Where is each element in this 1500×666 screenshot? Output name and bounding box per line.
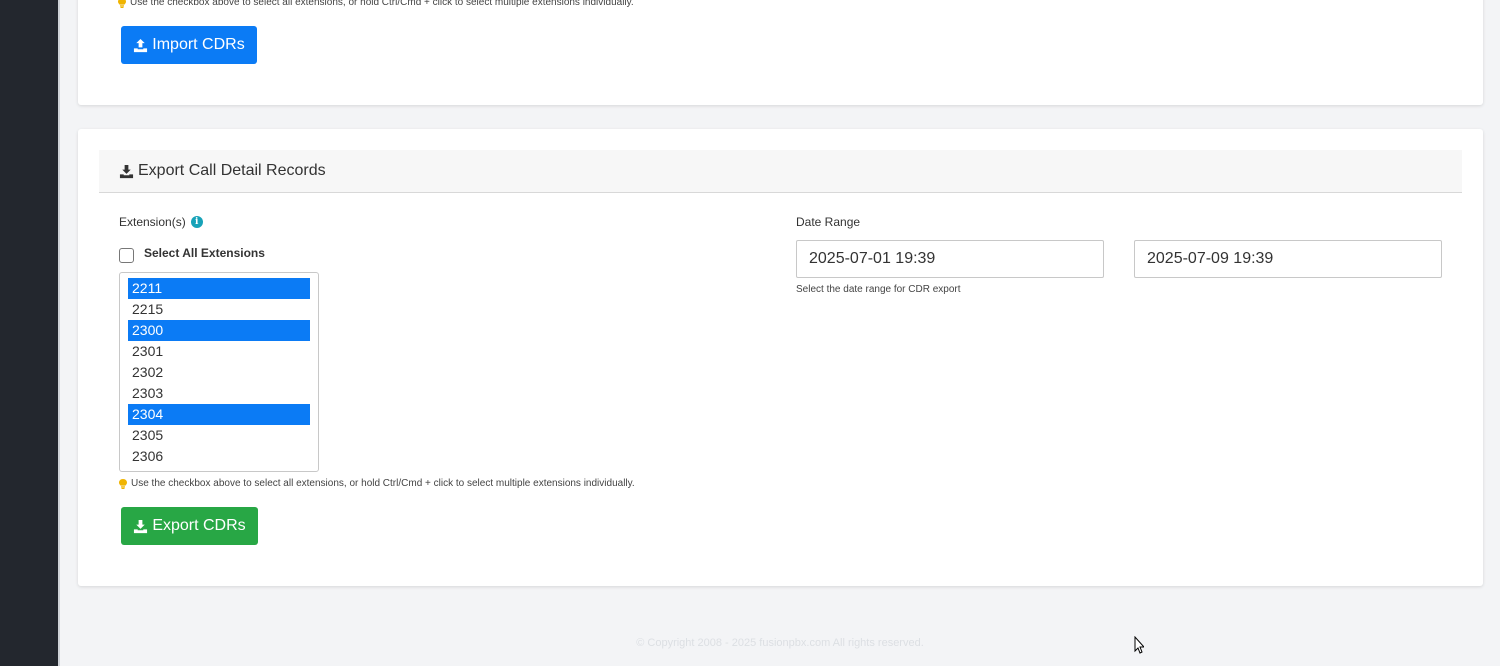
import-hint-text: Use the checkbox above to select all ext… xyxy=(130,0,634,8)
upload-icon xyxy=(134,38,148,52)
extension-option[interactable]: 2302 xyxy=(128,362,310,383)
date-end-input[interactable]: 2025-07-09 19:39 xyxy=(1134,240,1442,278)
extensions-listbox[interactable]: 2211 2215 2300 2301 2302 2303 2304 2305 2306 xyxy=(119,272,319,472)
sidebar xyxy=(0,0,58,666)
export-card-title: Export Call Detail Records xyxy=(138,162,326,179)
export-cdrs-button[interactable]: Export CDRs xyxy=(121,507,258,545)
lightbulb-icon xyxy=(118,0,126,8)
export-hint-text: Use the checkbox above to select all ext… xyxy=(131,478,635,489)
export-cdrs-label: Export CDRs xyxy=(152,517,246,534)
extension-option[interactable]: 2306 xyxy=(128,446,310,467)
extension-option[interactable]: 2211 xyxy=(128,278,310,299)
download-icon xyxy=(119,164,134,178)
import-cdrs-button[interactable]: Import CDRs xyxy=(121,26,257,64)
select-all-checkbox[interactable] xyxy=(119,248,134,263)
info-icon[interactable]: i xyxy=(190,216,203,228)
extension-option[interactable]: 2301 xyxy=(128,341,310,362)
export-hint: Use the checkbox above to select all ext… xyxy=(119,478,635,489)
extension-option[interactable]: 2300 xyxy=(128,320,310,341)
extension-option[interactable]: 2305 xyxy=(128,425,310,446)
download-icon xyxy=(134,519,148,533)
import-hint: Use the checkbox above to select all ext… xyxy=(118,0,634,8)
extension-option[interactable]: 2303 xyxy=(128,383,310,404)
import-card: Use the checkbox above to select all ext… xyxy=(78,0,1483,105)
extensions-label-text: Extension(s) xyxy=(119,215,186,229)
date-range-label: Date Range xyxy=(796,215,861,229)
extension-option[interactable]: 2304 xyxy=(128,404,310,425)
extension-option[interactable]: 2215 xyxy=(128,299,310,320)
export-card-header: Export Call Detail Records xyxy=(99,150,1462,193)
lightbulb-icon xyxy=(119,478,127,489)
mouse-cursor-icon xyxy=(1134,636,1144,654)
export-card: Export Call Detail Records Extension(s) … xyxy=(78,129,1483,586)
extensions-label: Extension(s) i xyxy=(119,215,203,229)
select-all-label[interactable]: Select All Extensions xyxy=(144,246,265,260)
date-range-note: Select the date range for CDR export xyxy=(796,284,961,295)
import-cdrs-label: Import CDRs xyxy=(152,36,245,53)
date-start-input[interactable]: 2025-07-01 19:39 xyxy=(796,240,1104,278)
footer-copyright: © Copyright 2008 - 2025 fusionpbx.com Al… xyxy=(636,637,924,649)
select-all-row[interactable]: Select All Extensions xyxy=(119,242,265,263)
